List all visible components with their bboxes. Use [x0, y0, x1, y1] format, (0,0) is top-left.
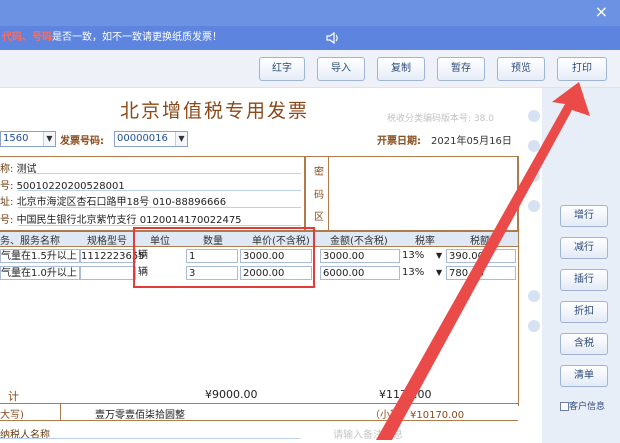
notice-number-label: 号码	[32, 32, 52, 43]
customer-info-label: 客户信息	[569, 402, 606, 412]
daxie-value: 壹万零壹佰柒拾圆整	[95, 410, 185, 421]
invoice-code-value: 1560	[3, 133, 29, 144]
invoice-code-select[interactable]: 1560 ▼	[0, 131, 56, 147]
notice-code-label: 代码、	[2, 32, 32, 43]
list-button[interactable]: 清单	[560, 365, 608, 387]
item-name-input[interactable]: 气量在1.5升以上	[0, 249, 80, 263]
seller-taxid-label: 号:	[0, 181, 14, 192]
daxie-label: 大写)	[0, 410, 24, 421]
add-row-button[interactable]: 增行	[560, 205, 608, 227]
item-amount-input[interactable]: 6000.00	[320, 266, 400, 280]
col-rate: 税率	[415, 236, 435, 247]
col-item-name: 务、服务名称	[0, 236, 60, 247]
delete-row-button[interactable]: 减行	[560, 237, 608, 259]
checkbox-icon	[560, 402, 569, 411]
item-rate[interactable]: 13%	[402, 266, 424, 280]
tax-version: 税收分类编码版本号: 38.0	[387, 114, 494, 124]
save-draft-button[interactable]: 暂存	[437, 57, 485, 81]
total-tax: ¥1170.00	[379, 388, 432, 401]
discount-button[interactable]: 折扣	[560, 301, 608, 323]
password-area-char: 码	[314, 190, 324, 201]
tax-inclusive-button[interactable]: 含税	[560, 333, 608, 355]
highlight-box	[133, 227, 315, 288]
total-amount: ¥9000.00	[205, 388, 258, 401]
invoice-number-select[interactable]: 00000016 ▼	[114, 131, 188, 147]
item-spec-input[interactable]	[80, 266, 136, 280]
insert-row-button[interactable]: 插行	[560, 269, 608, 291]
col-amount: 金额(不含税)	[330, 236, 388, 247]
item-rate[interactable]: 13%	[402, 249, 424, 263]
remark-input[interactable]: 请输入备注信息	[333, 426, 403, 441]
chevron-down-icon: ▼	[175, 132, 187, 146]
side-panel	[542, 88, 620, 443]
invoice-title: 北京增值税专用发票	[120, 100, 310, 122]
notice-bar: 代码、号码是否一致，如不一致请更换纸质发票！	[0, 26, 620, 50]
item-spec-input[interactable]: 1112223655	[80, 249, 145, 263]
preview-button[interactable]: 预览	[497, 57, 545, 81]
issue-date-value: 2021年05月16日	[431, 136, 512, 147]
item-amount-input[interactable]: 3000.00	[320, 249, 400, 263]
item-tax-input[interactable]: 390.00	[446, 249, 516, 263]
close-icon[interactable]: ×	[595, 3, 608, 21]
seller-name-label: 称:	[0, 164, 14, 175]
col-tax: 税额	[470, 236, 490, 247]
notice-text: 是否一致，如不一致请更换纸质发票！	[52, 32, 222, 43]
issue-date-label: 开票日期:	[377, 136, 421, 147]
seller-bank-label: 号:	[0, 215, 14, 226]
xiaoxie-value: （小写）¥10170.00	[370, 410, 465, 421]
password-area-box	[305, 156, 518, 231]
customer-info-checkbox[interactable]: 客户信息	[560, 398, 614, 416]
password-area-char: 密	[314, 167, 324, 178]
invoice-number-label: 发票号码:	[60, 136, 104, 147]
total-label: 计	[8, 390, 19, 403]
red-invoice-button[interactable]: 红字	[259, 57, 305, 81]
title-bar: ×	[0, 0, 620, 26]
col-spec: 规格型号	[87, 236, 127, 247]
chevron-down-icon[interactable]: ▼	[436, 249, 442, 263]
speaker-icon[interactable]	[326, 32, 340, 44]
print-button[interactable]: 打印	[557, 57, 607, 81]
import-button[interactable]: 导入	[317, 57, 365, 81]
toolbar: 红字 导入 复制 暂存 预览 打印	[0, 50, 620, 88]
seller-address-label: 址:	[0, 197, 14, 208]
chevron-down-icon[interactable]: ▼	[436, 266, 442, 280]
password-area-char: 区	[314, 212, 324, 223]
chevron-down-icon: ▼	[43, 132, 55, 146]
item-tax-input[interactable]: 780.00	[446, 266, 516, 280]
invoice-number-value: 00000016	[117, 133, 168, 144]
copy-button[interactable]: 复制	[377, 57, 425, 81]
item-name-input[interactable]: 气量在1.0升以上	[0, 266, 80, 280]
